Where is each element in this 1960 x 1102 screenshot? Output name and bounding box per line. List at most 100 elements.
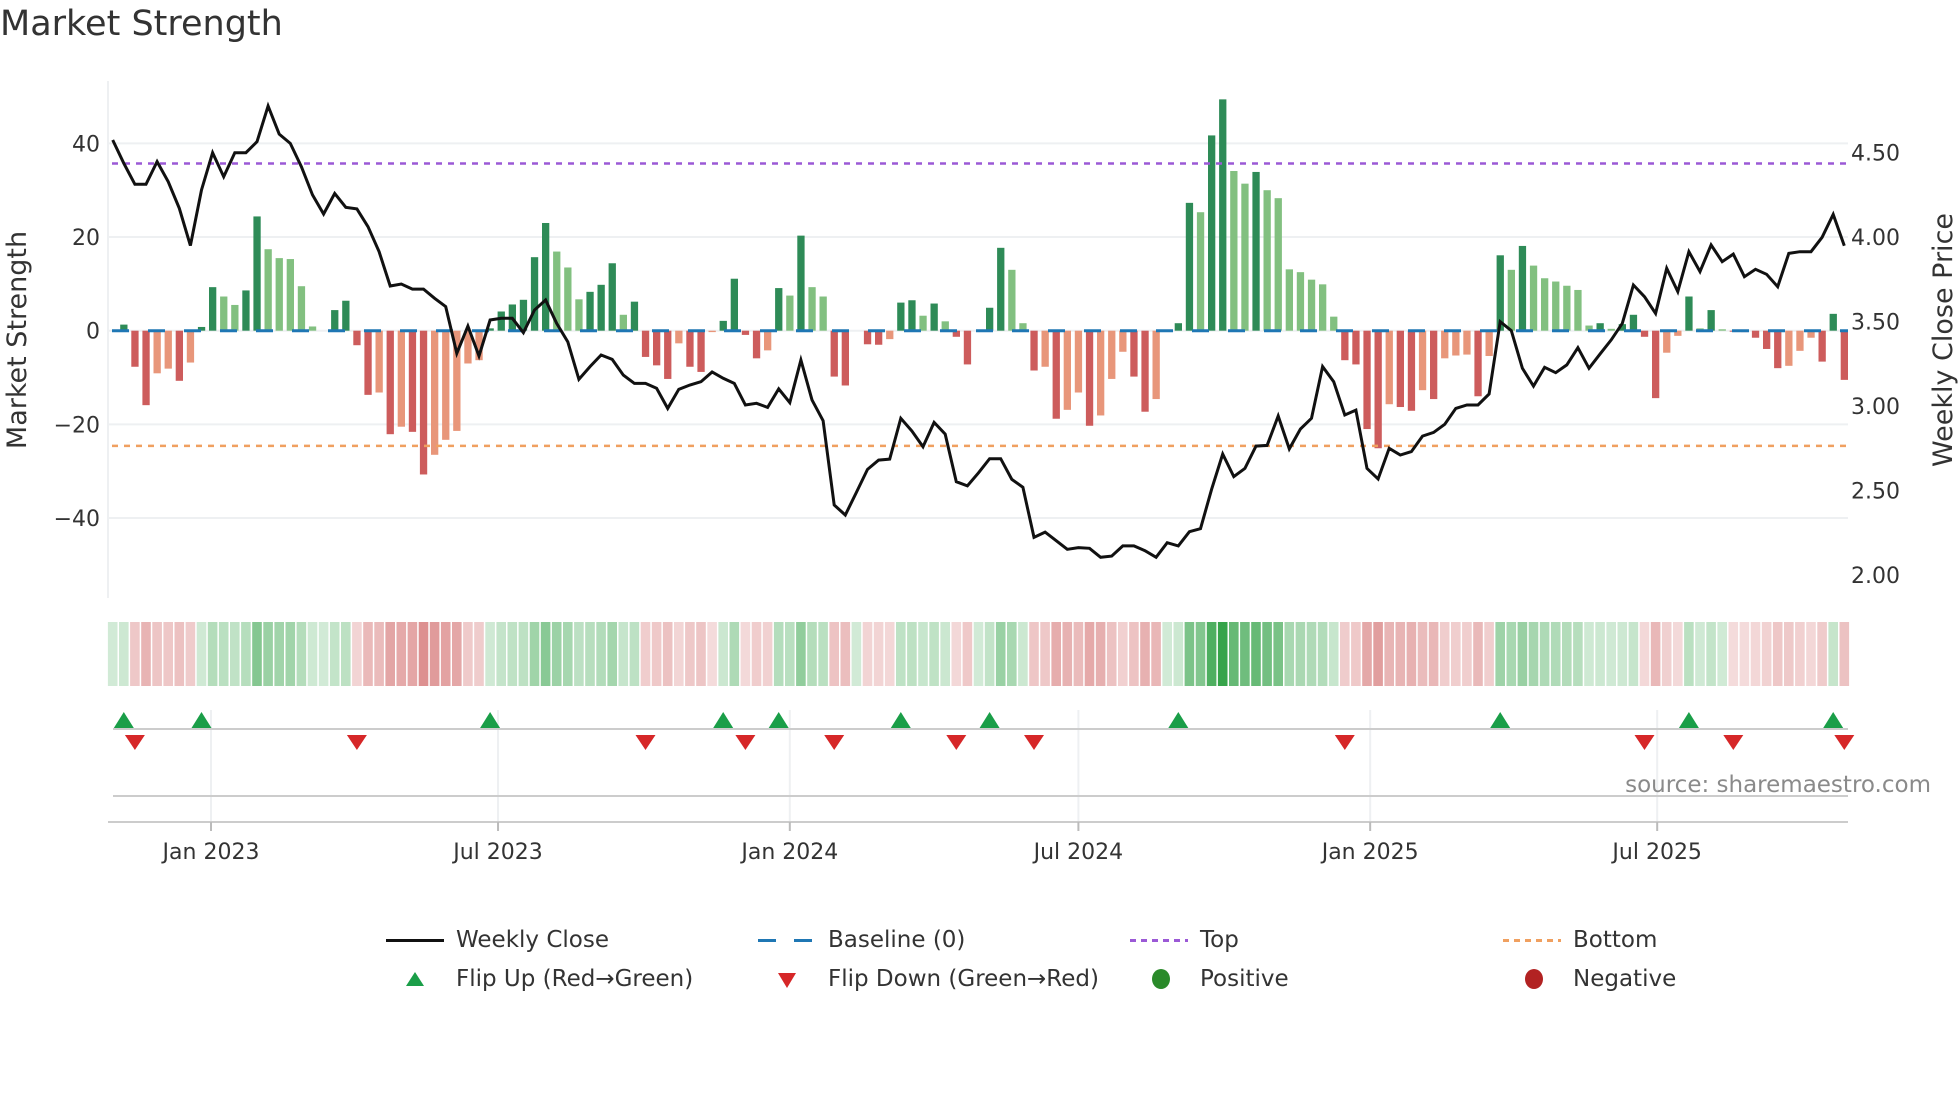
- positive-bar: [1518, 245, 1527, 331]
- heat-cell: [141, 622, 151, 686]
- positive-bar: [1552, 281, 1560, 331]
- heat-cell: [951, 622, 962, 686]
- heat-cell: [807, 622, 817, 686]
- negative-bar: [1796, 330, 1804, 351]
- level-lines: [112, 162, 1848, 448]
- heat-cell: [507, 622, 518, 686]
- positive-bar: [564, 267, 572, 331]
- positive-bar: [1541, 278, 1549, 331]
- heat-cell: [696, 622, 706, 686]
- heat-cell: [1173, 622, 1184, 686]
- heat-cell: [1462, 622, 1472, 686]
- flip-down-marker: [946, 735, 967, 750]
- heat-cell: [773, 622, 784, 686]
- flip-up-marker: [1168, 712, 1189, 728]
- positive-bar: [308, 326, 317, 331]
- heat-cell: [851, 622, 862, 686]
- positive-bar: [1174, 323, 1182, 331]
- heat-cell: [196, 622, 207, 686]
- positive-bar: [253, 216, 261, 331]
- heat-cell: [1784, 622, 1794, 686]
- positive-bar: [1330, 316, 1338, 331]
- heat-cell: [1184, 622, 1195, 686]
- heat-cell: [274, 622, 284, 686]
- heat-cell: [585, 622, 595, 686]
- flip-up-marker: [191, 712, 212, 728]
- negative-bar: [431, 330, 439, 455]
- negative-bar: [664, 330, 672, 379]
- negative-bar: [1430, 330, 1438, 400]
- flip-down-marker: [1024, 735, 1044, 750]
- positive-bar: [1574, 289, 1582, 331]
- positive-bar: [542, 222, 550, 331]
- y-tick-label: −20: [54, 413, 100, 438]
- heat-cell: [1772, 622, 1783, 686]
- positive-bar: [1263, 190, 1271, 331]
- positive-bar: [597, 284, 605, 331]
- flip-down-marker: [124, 735, 145, 750]
- negative-bar: [364, 330, 372, 395]
- positive-bar: [986, 307, 994, 331]
- heat-cell: [662, 622, 673, 686]
- heat-cell: [329, 622, 340, 686]
- heat-cell: [1162, 622, 1172, 686]
- heat-cell: [1717, 622, 1727, 686]
- negative-bar: [419, 330, 428, 475]
- heat-cell: [907, 622, 917, 686]
- heat-cell: [263, 622, 273, 686]
- negative-bar: [1418, 330, 1427, 391]
- heat-cell: [1229, 622, 1239, 686]
- x-tick-label: Jan 2024: [739, 840, 838, 865]
- line-sample-icon: [386, 925, 444, 955]
- negative-bar: [442, 330, 450, 440]
- heat-cell: [429, 622, 440, 686]
- heat-cell: [1151, 622, 1161, 686]
- heat-cell: [296, 622, 307, 686]
- positive-bar: [908, 300, 916, 331]
- negative-bar: [675, 330, 683, 344]
- heat-cell: [307, 622, 318, 686]
- heat-cell: [1306, 622, 1317, 686]
- heat-cell: [1495, 622, 1505, 686]
- flip-down-marker: [1834, 735, 1855, 750]
- positive-bar: [1252, 171, 1260, 331]
- heat-cell: [1595, 622, 1605, 686]
- negative-bar: [1452, 330, 1460, 356]
- heat-cell: [1340, 622, 1350, 686]
- negative-bar: [1352, 330, 1360, 365]
- negative-bar: [830, 330, 838, 377]
- negative-bar: [1474, 330, 1482, 397]
- heat-cell: [1451, 622, 1461, 686]
- heat-cell: [551, 622, 562, 686]
- heat-cell: [1639, 622, 1650, 686]
- legend-item-top: Top: [1130, 925, 1239, 955]
- heat-cell: [363, 622, 373, 686]
- legend-item-positive: Positive: [1130, 964, 1289, 994]
- positive-bar: [797, 235, 805, 331]
- positive-bar: [1629, 314, 1638, 331]
- negative-bar: [1751, 330, 1760, 338]
- heat-cell: [1240, 622, 1250, 686]
- heat-cell: [1029, 622, 1039, 686]
- negative-bar: [1640, 330, 1649, 337]
- positive-bar: [231, 304, 239, 331]
- heat-cell: [1217, 622, 1228, 686]
- flip-down-marker: [346, 735, 367, 750]
- heat-cell: [940, 622, 950, 686]
- positive-bar: [342, 300, 350, 331]
- positive-bar: [220, 296, 228, 331]
- heat-cell: [174, 622, 185, 686]
- positive-bar: [264, 249, 272, 331]
- triangle-up-icon: [386, 964, 444, 994]
- positive-bar: [1685, 296, 1693, 331]
- negative-bar: [1385, 330, 1393, 405]
- negative-bar: [1463, 330, 1471, 355]
- heat-cell: [918, 622, 928, 686]
- positive-bar: [297, 286, 306, 331]
- negative-bar: [1097, 330, 1105, 416]
- negative-bar: [1785, 330, 1793, 366]
- positive-bar: [897, 302, 905, 331]
- heat-cell: [818, 622, 828, 686]
- heat-cell: [352, 622, 362, 686]
- heat-cell: [740, 622, 751, 686]
